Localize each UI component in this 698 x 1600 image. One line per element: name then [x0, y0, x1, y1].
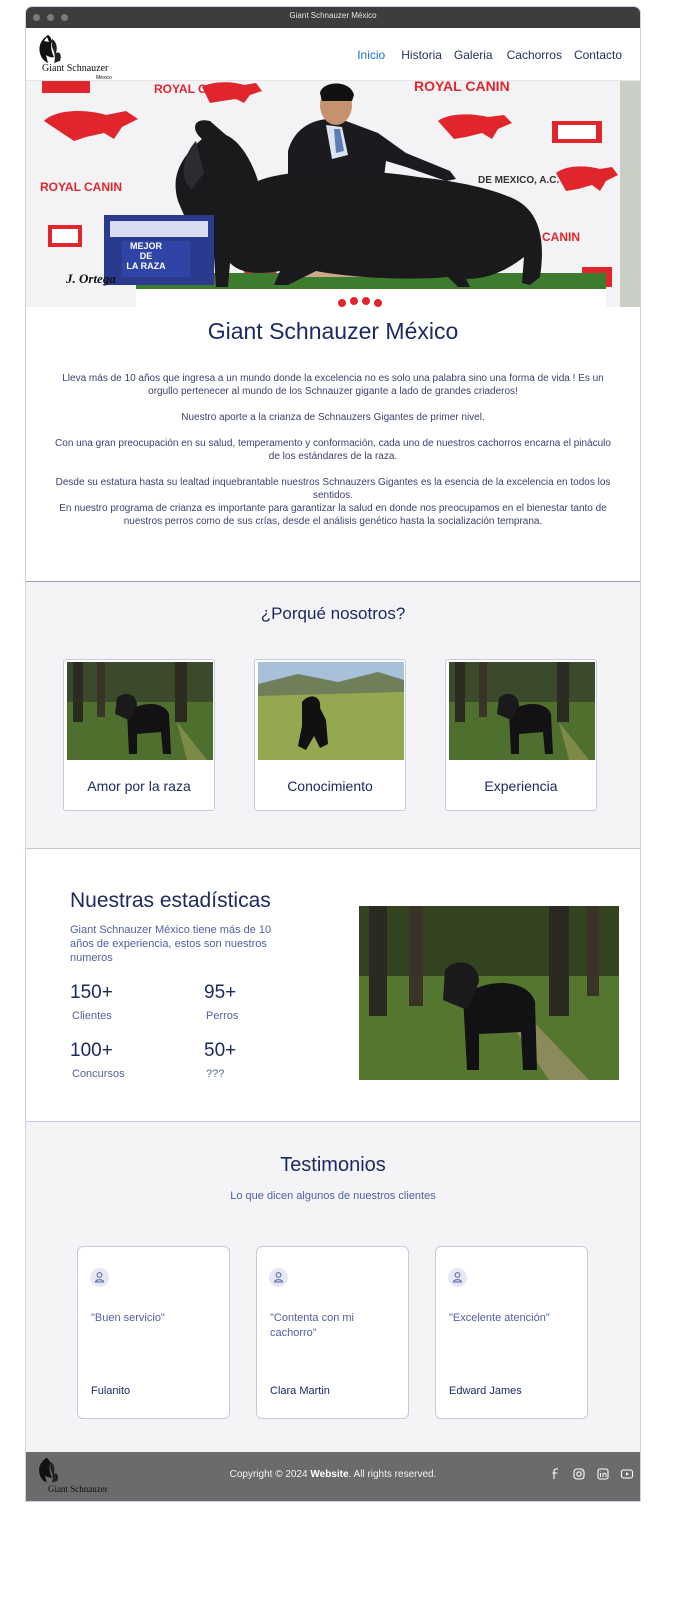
why-card-label: Experiencia [484, 778, 558, 794]
footer-logo-text: Giant Schnauzer [48, 1484, 108, 1494]
why-card-experiencia[interactable]: Experiencia [445, 659, 597, 811]
linkedin-icon[interactable] [596, 1467, 610, 1481]
hero-image: ROYAL CANIN ROYAL CANIN ROYAL CANIN ROYA… [26, 81, 640, 307]
testimonial-name: Clara Martin [270, 1385, 330, 1397]
about-paragraph-3: Con una gran preocupación en su salud, t… [55, 438, 611, 462]
why-us-section: ¿Porqué nosotros? Amor por la raza Conoc… [26, 582, 640, 849]
stat-value: 100+ [70, 1040, 113, 1061]
user-avatar-icon [448, 1268, 467, 1287]
card-image [258, 662, 404, 760]
stats-description: Giant Schnauzer México tiene más de 10 a… [70, 924, 272, 964]
stats-photo [359, 906, 619, 1080]
stat-value: 95+ [204, 982, 237, 1003]
testimonial-quote: "Contenta con mi cachorro" [270, 1312, 355, 1339]
stat-concursos: 100+ Concursos [70, 1040, 125, 1080]
backdrop-text: DE MEXICO, A.C. [478, 175, 560, 186]
stat-caption: Concursos [72, 1068, 125, 1080]
banner-text-3: ROYAL CANIN [40, 180, 122, 194]
award-line-1: MEJOR [130, 241, 163, 251]
stat-perros: 95+ Perros [204, 982, 238, 1022]
nav-cachorros[interactable]: Cachorros [507, 48, 562, 62]
stat-value: 150+ [70, 982, 113, 1003]
stat-caption: ??? [206, 1068, 225, 1080]
brand-logo[interactable]: Giant Schnauzer México [34, 33, 114, 81]
about-paragraph-5: En nuestro programa de crianza es import… [59, 503, 607, 527]
nav-historia[interactable]: Historia [401, 48, 442, 62]
about-paragraph-1: Lleva más de 10 años que ingresa a un mu… [62, 373, 604, 397]
instagram-icon[interactable] [572, 1467, 586, 1481]
testimonials-subtitle: Lo que dicen algunos de nuestros cliente… [230, 1190, 436, 1202]
about-paragraph-2: Nuestro aporte a la crianza de Schnauzer… [181, 412, 485, 423]
about-title: Giant Schnauzer México [207, 318, 459, 344]
why-us-cards: Amor por la raza Conocimiento Experienci… [26, 659, 640, 811]
why-card-amor[interactable]: Amor por la raza [63, 659, 215, 811]
stats-title: Nuestras estadísticas [70, 889, 271, 912]
testimonials-title: Testimonios [280, 1154, 386, 1176]
banner-text-2: ROYAL CANIN [414, 81, 510, 94]
dog-show-photo: ROYAL CANIN ROYAL CANIN ROYAL CANIN ROYA… [26, 81, 640, 307]
stat-caption: Clientes [72, 1010, 112, 1022]
copyright-suffix: . All rights reserved. [348, 1469, 437, 1480]
stat-value: 50+ [204, 1040, 237, 1061]
card-image [67, 662, 213, 760]
youtube-icon[interactable] [620, 1467, 634, 1481]
testimonial-name: Edward James [449, 1385, 522, 1397]
why-card-label: Amor por la raza [87, 778, 191, 794]
stat-otros: 50+ ??? [204, 1040, 236, 1080]
title-bar: Giant Schnauzer México [26, 7, 640, 28]
user-avatar-icon [269, 1268, 288, 1287]
why-card-conocimiento[interactable]: Conocimiento [254, 659, 406, 811]
card-image [449, 662, 595, 760]
about-section: Giant Schnauzer México Lleva más de 10 a… [26, 307, 640, 582]
window-title: Giant Schnauzer México [289, 11, 377, 20]
why-us-title: ¿Porqué nosotros? [260, 604, 406, 623]
award-line-3: LA RAZA [126, 261, 166, 271]
stat-caption: Perros [206, 1010, 239, 1022]
testimonial-card: "Contenta con mi cachorro" Clara Martin [256, 1246, 409, 1419]
logo-text: Giant Schnauzer [42, 63, 109, 74]
user-avatar-icon [90, 1268, 109, 1287]
copyright-site-link[interactable]: Website [310, 1469, 348, 1480]
social-links [548, 1467, 634, 1481]
stats-section: Nuestras estadísticas Giant Schnauzer Mé… [26, 849, 640, 1122]
testimonial-quote: "Excelente atención" [449, 1312, 550, 1324]
navbar: Giant Schnauzer México Inicio Historia G… [26, 28, 640, 81]
nav-contacto[interactable]: Contacto [574, 48, 622, 62]
copyright-prefix: Copyright © 2024 [229, 1469, 311, 1480]
why-card-label: Conocimiento [287, 778, 373, 794]
testimonial-quote: "Buen servicio" [91, 1312, 165, 1324]
testimonials-section: Testimonios Lo que dicen algunos de nues… [26, 1122, 640, 1452]
testimonial-card: "Excelente atención" Edward James [435, 1246, 588, 1419]
testimonial-card: "Buen servicio" Fulanito [77, 1246, 230, 1419]
footer: Giant Schnauzer Copyright © 2024 Website… [26, 1452, 640, 1501]
nav-inicio[interactable]: Inicio [357, 48, 385, 62]
photographer-watermark: J. Ortega [65, 271, 116, 286]
award-line-2: DE [140, 251, 153, 261]
main-menu: Inicio Historia Galeria Cachorros Contac… [357, 48, 622, 62]
stat-clientes: 150+ Clientes [70, 982, 113, 1022]
browser-window: Giant Schnauzer México Giant Schnauzer M… [26, 7, 640, 1501]
testimonial-name: Fulanito [91, 1385, 131, 1397]
facebook-icon[interactable] [548, 1467, 562, 1481]
about-paragraph-4: Desde su estatura hasta su lealtad inque… [55, 477, 611, 501]
nav-galeria[interactable]: Galeria [454, 48, 493, 62]
banner-text-1: ROYAL CANIN [154, 82, 236, 96]
